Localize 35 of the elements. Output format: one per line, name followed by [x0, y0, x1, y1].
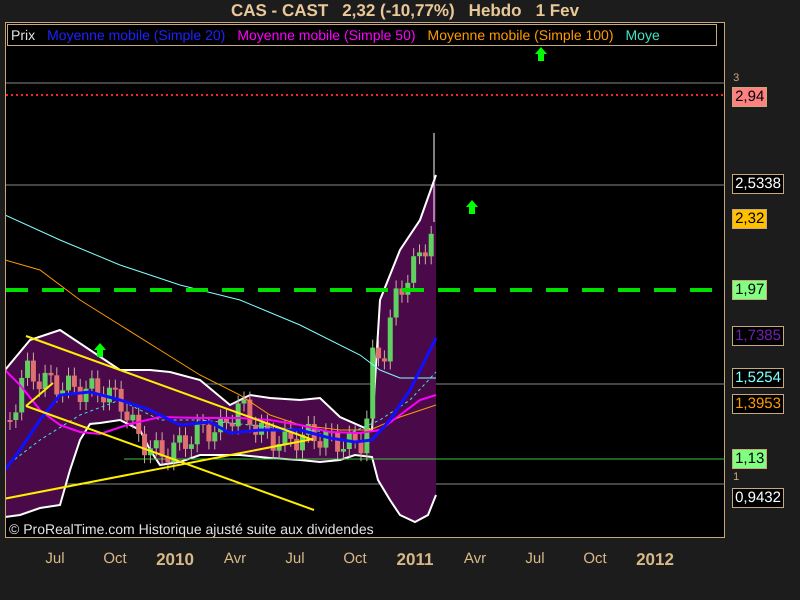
- chart-date: 1 Fev: [536, 1, 580, 21]
- stock-quote: 2,32 (-10,77%): [342, 1, 455, 21]
- arrow-up-icon: [94, 343, 106, 357]
- time-axis-label: 2011: [396, 550, 434, 570]
- price-tag: 2,94: [732, 87, 768, 107]
- arrow-up-icon: [535, 47, 547, 61]
- time-axis-label: 2010: [155, 550, 195, 570]
- time-axis-label: Oct: [342, 550, 368, 569]
- price-tag: 1,3953: [732, 394, 784, 414]
- copyright-note: © ProRealTime.com Historique ajusté suite aux dividendes: [9, 521, 374, 537]
- arrow-up-icon: [466, 200, 478, 214]
- price-tag: 1,7385: [732, 326, 784, 346]
- price-tag: 2,5338: [732, 174, 784, 194]
- price-tag: 0,9432: [732, 488, 784, 508]
- price-tag: 1,13: [732, 449, 768, 469]
- chart-period: Hebdo: [468, 1, 522, 21]
- time-axis-label: Oct: [102, 550, 128, 569]
- stock-symbol: CAS - CAST: [230, 1, 328, 21]
- legend-item: Moye: [626, 27, 660, 43]
- time-axis-label: Avr: [222, 550, 248, 569]
- price-tag: 1,97: [732, 280, 768, 300]
- axis-tick-label: 1: [733, 471, 740, 483]
- time-axis-label: Oct: [582, 550, 608, 569]
- legend-item: Moyenne mobile (Simple 100): [428, 27, 614, 43]
- time-axis-label: 2012: [635, 550, 675, 570]
- time-axis-label: Avr: [462, 550, 488, 569]
- axis-tick-label: 3: [733, 72, 740, 84]
- legend-item: Moyenne mobile (Simple 50): [237, 27, 416, 43]
- time-axis-label: Jul: [524, 550, 546, 569]
- legend-item: Moyenne mobile (Simple 20): [47, 27, 226, 43]
- legend-item: Prix: [11, 27, 36, 43]
- time-axis-label: Jul: [44, 550, 66, 569]
- price-tag: 2,32: [732, 209, 768, 229]
- price-tag: 1,5254: [732, 368, 784, 388]
- time-axis-label: Jul: [284, 550, 306, 569]
